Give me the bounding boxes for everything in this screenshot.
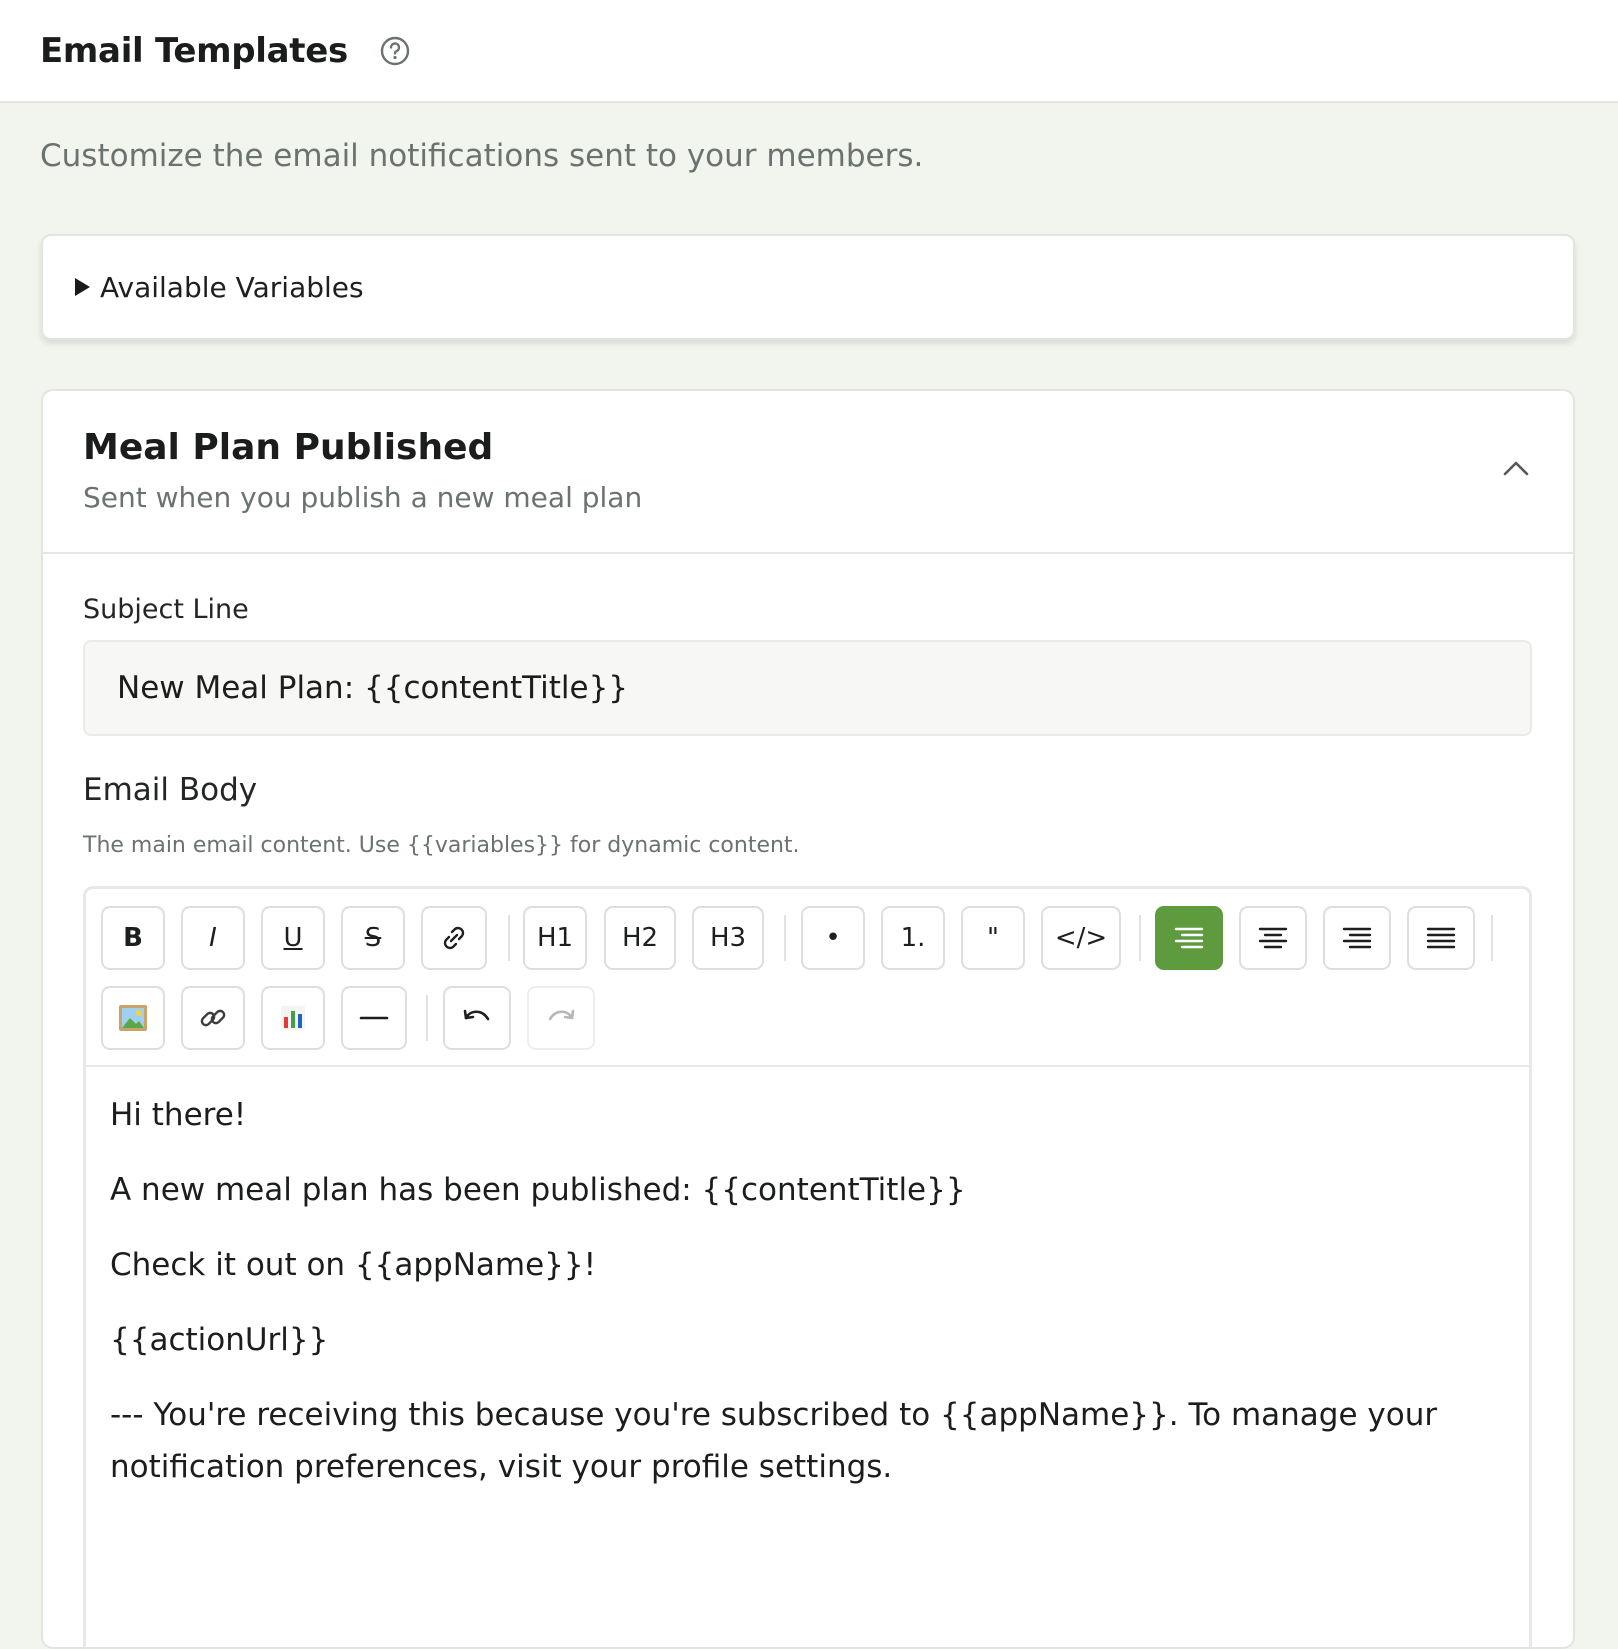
- code-block-button[interactable]: </>: [1041, 906, 1121, 970]
- underline-button[interactable]: U: [261, 906, 325, 970]
- image-icon: [119, 1005, 147, 1031]
- chain-link-icon: [200, 1009, 226, 1027]
- align-right-icon: [1342, 927, 1372, 949]
- align-center-button[interactable]: [1239, 906, 1307, 970]
- align-left-icon: [1174, 927, 1204, 949]
- toolbar-separator: [1491, 915, 1493, 961]
- template-subtitle: Sent when you publish a new meal plan: [83, 481, 643, 514]
- heading-2-button[interactable]: H2: [604, 906, 676, 970]
- align-left-button[interactable]: [1155, 906, 1223, 970]
- blockquote-button[interactable]: ": [961, 906, 1025, 970]
- editor-content[interactable]: Hi there! A new meal plan has been publi…: [110, 1089, 1510, 1493]
- heading-3-button[interactable]: H3: [692, 906, 764, 970]
- page-title: Email Templates: [40, 30, 348, 71]
- subject-line-input[interactable]: [83, 640, 1532, 736]
- align-justify-button[interactable]: [1407, 906, 1475, 970]
- insert-image-button[interactable]: [101, 986, 165, 1050]
- disclosure-triangle-icon: [75, 278, 90, 296]
- template-card-header[interactable]: Meal Plan Published Sent when you publis…: [43, 391, 1573, 554]
- body-paragraph: A new meal plan has been published: {{co…: [110, 1172, 966, 1208]
- insert-link-button[interactable]: [181, 986, 245, 1050]
- available-variables-label: Available Variables: [100, 270, 364, 304]
- redo-button[interactable]: [527, 986, 595, 1050]
- ordered-list-button[interactable]: 1.: [881, 906, 945, 970]
- body-paragraph: {{actionUrl}}: [110, 1322, 329, 1358]
- email-body-hint: The main email content. Use {{variables}…: [83, 833, 800, 858]
- undo-icon: [463, 1009, 490, 1021]
- horizontal-rule-icon: [359, 1016, 389, 1020]
- toolbar-separator: [508, 915, 510, 961]
- strikethrough-button[interactable]: S: [341, 906, 405, 970]
- body-paragraph: Hi there!: [110, 1097, 247, 1133]
- page-header: Email Templates: [0, 0, 1618, 103]
- toolbar-separator: [784, 915, 786, 961]
- bold-button[interactable]: B: [101, 906, 165, 970]
- insert-chart-button[interactable]: [261, 986, 325, 1050]
- horizontal-rule-button[interactable]: [341, 986, 407, 1050]
- link-icon: [443, 926, 465, 950]
- email-body-label: Email Body: [83, 772, 258, 808]
- italic-button[interactable]: I: [181, 906, 245, 970]
- body-paragraph: Check it out on {{appName}}!: [110, 1247, 597, 1283]
- template-card: Meal Plan Published Sent when you publis…: [41, 389, 1575, 1649]
- rich-text-editor: B I U S H1 H2 H3 • 1. " </> Hi there! A …: [83, 886, 1532, 1647]
- help-circle-icon[interactable]: [380, 36, 410, 66]
- toolbar-separator: [1139, 915, 1141, 961]
- body-paragraph: --- You're receiving this because you're…: [110, 1397, 1438, 1485]
- undo-button[interactable]: [443, 986, 511, 1050]
- editor-toolbar: B I U S H1 H2 H3 • 1. " </>: [86, 889, 1529, 1067]
- align-center-icon: [1258, 927, 1288, 949]
- subject-line-label: Subject Line: [83, 594, 249, 625]
- chevron-up-icon[interactable]: [1501, 453, 1531, 483]
- page-description: Customize the email notifications sent t…: [40, 138, 924, 174]
- redo-icon: [548, 1009, 575, 1021]
- available-variables-toggle[interactable]: Available Variables: [41, 234, 1575, 340]
- link-button[interactable]: [421, 906, 487, 970]
- bar-chart-icon: [281, 1006, 305, 1030]
- heading-1-button[interactable]: H1: [523, 906, 587, 970]
- bullet-list-button[interactable]: •: [801, 906, 865, 970]
- template-title: Meal Plan Published: [83, 427, 494, 468]
- align-justify-icon: [1426, 927, 1456, 949]
- toolbar-separator: [426, 995, 428, 1041]
- align-right-button[interactable]: [1323, 906, 1391, 970]
